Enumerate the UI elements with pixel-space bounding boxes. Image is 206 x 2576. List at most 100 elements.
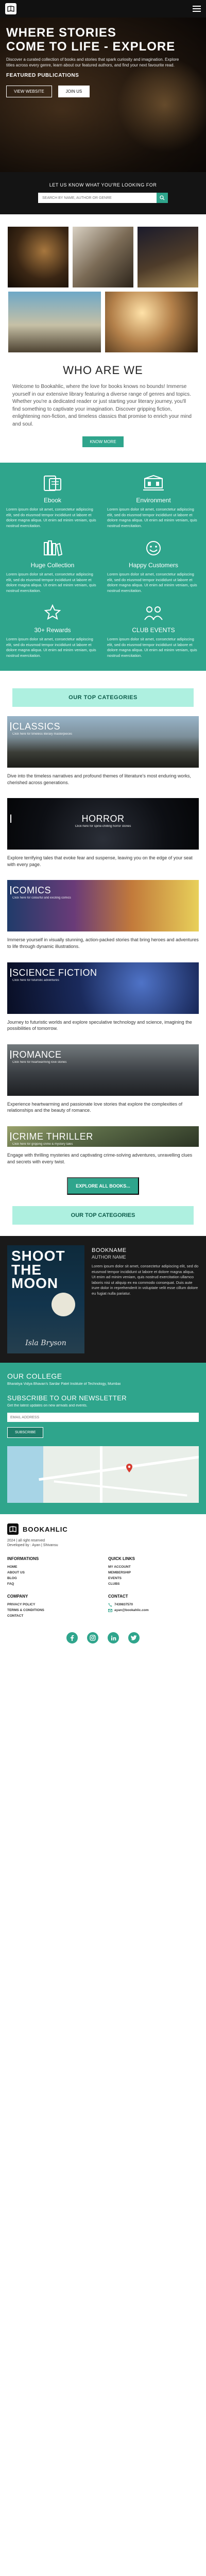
gallery-image xyxy=(138,227,198,287)
feature-text: Lorem ipsum dolor sit amet, consectetur … xyxy=(107,507,197,528)
hero-title-line1: WHERE STORIES xyxy=(6,26,116,40)
footer-link[interactable]: HOME xyxy=(7,1564,98,1570)
footer-informations: INFORMATIONS HOME ABOUT US BLOG FAQ xyxy=(7,1556,98,1587)
who-are-we-section: WHO ARE WE Welcome to Bookahlic, where t… xyxy=(0,214,206,463)
linkedin-icon[interactable] xyxy=(108,1632,119,1644)
footer-column-title: COMPANY xyxy=(7,1594,28,1599)
contact-email[interactable]: ayan@bookahlic.com xyxy=(108,1607,199,1613)
footer-link[interactable]: MEMBERSHIP xyxy=(108,1570,199,1575)
footer-link[interactable]: TERMS & CONDITIONS xyxy=(7,1607,98,1613)
category-subtitle: Click here for timeless literary masterp… xyxy=(12,733,73,736)
footer-link[interactable]: ABOUT US xyxy=(7,1570,98,1575)
category-description: Engage with thrilling mysteries and capt… xyxy=(7,1152,193,1164)
book-logo-icon[interactable] xyxy=(5,3,16,14)
featured-book-section: SHOOT THE MOON Isla Bryson BOOKNAME AUTH… xyxy=(0,1236,206,1363)
contact-phone[interactable]: 7439837570 xyxy=(108,1602,199,1607)
category-description: Journey to futuristic worlds and explore… xyxy=(7,1019,192,1031)
footer-copyright: 2024 | all right reserved xyxy=(7,1539,45,1543)
footer-link[interactable]: MY ACCOUNT xyxy=(108,1564,199,1570)
category-classics[interactable]: CLASSICS Click here for timeless literar… xyxy=(7,716,199,786)
top-bar xyxy=(0,0,206,18)
ebook-icon xyxy=(41,473,64,494)
feature-title: Environment xyxy=(136,497,171,504)
college-map[interactable] xyxy=(7,1446,199,1503)
book-description: Lorem ipsum dolor sit amet, consectetur … xyxy=(92,1264,199,1296)
facebook-icon[interactable] xyxy=(66,1632,78,1644)
book-cover[interactable]: SHOOT THE MOON Isla Bryson xyxy=(7,1245,84,1354)
search-input[interactable] xyxy=(38,193,157,203)
hero-description: Discover a curated collection of books a… xyxy=(6,57,179,67)
category-description: Immerse yourself in visually stunning, a… xyxy=(7,937,199,949)
college-subtitle: Bharatiya Vidya Bhavan's Sardar Patel In… xyxy=(7,1382,121,1386)
hamburger-menu-icon[interactable] xyxy=(193,6,201,12)
twitter-icon[interactable] xyxy=(128,1632,140,1644)
footer-link[interactable]: EVENTS xyxy=(108,1575,199,1581)
gallery-image xyxy=(73,227,133,287)
feature-text: Lorem ipsum dolor sit amet, consectetur … xyxy=(6,572,96,593)
gallery-row-1 xyxy=(7,227,199,287)
footer-link[interactable]: FAQ xyxy=(7,1581,98,1587)
hero-lamp-glow xyxy=(113,54,206,157)
category-banner[interactable]: COMICS Click here for colourful and exci… xyxy=(7,880,199,932)
feature-text: Lorem ipsum dolor sit amet, consectetur … xyxy=(6,637,96,658)
instagram-icon[interactable] xyxy=(87,1632,98,1644)
hero-title-line2: COME TO LIFE - EXPLORE xyxy=(6,40,176,54)
subscribe-button[interactable]: SUBSCRIBE xyxy=(7,1427,44,1438)
footer-spacer xyxy=(7,1643,199,1649)
category-crime-thriller[interactable]: CRIME THRILLER Click here for gripping c… xyxy=(7,1126,199,1165)
search-icon[interactable] xyxy=(157,193,168,203)
category-description: Dive into the timeless narratives and pr… xyxy=(7,773,191,785)
gallery-image xyxy=(105,292,198,352)
category-name: HORROR xyxy=(10,814,194,824)
explore-all-books-button[interactable]: EXPLORE ALL BOOKS... xyxy=(67,1177,139,1195)
feature-text: Lorem ipsum dolor sit amet, consectetur … xyxy=(107,572,197,593)
footer-link[interactable]: CLUBS xyxy=(108,1581,199,1587)
environment-icon xyxy=(142,473,165,494)
feature-rewards: 30+ Rewards Lorem ipsum dolor sit amet, … xyxy=(6,603,99,658)
map-road xyxy=(100,1446,102,1503)
category-horror[interactable]: HORROR Click here for spine-chilling hor… xyxy=(7,798,199,868)
email-field[interactable] xyxy=(7,1413,199,1422)
footer-columns: INFORMATIONS HOME ABOUT US BLOG FAQ QUIC… xyxy=(7,1556,199,1619)
category-name: CLASSICS xyxy=(10,721,194,732)
book-logo-icon[interactable] xyxy=(7,1523,19,1535)
feature-title: Ebook xyxy=(43,497,62,504)
footer-column-title: CONTACT xyxy=(108,1594,128,1599)
gallery-image xyxy=(8,292,101,352)
who-are-we-text: Welcome to Bookahlic, where the love for… xyxy=(12,384,192,427)
footer-link[interactable]: CONTACT xyxy=(7,1613,98,1619)
category-banner[interactable]: HORROR Click here for spine-chilling hor… xyxy=(7,798,199,850)
feature-environment: Environment Lorem ipsum dolor sit amet, … xyxy=(107,473,200,529)
footer-link[interactable]: PRIVACY POLICY xyxy=(7,1602,98,1607)
phone-icon xyxy=(108,1603,112,1607)
know-more-button[interactable]: KNOW MORE xyxy=(82,436,124,447)
category-description: Explore terrifying tales that evoke fear… xyxy=(7,855,193,867)
footer-column-title: INFORMATIONS xyxy=(7,1556,39,1562)
category-banner[interactable]: SCIENCE FICTION Click here for futuristi… xyxy=(7,962,199,1014)
category-comics[interactable]: COMICS Click here for colourful and exci… xyxy=(7,880,199,950)
search-label: LET US KNOW WHAT YOU'RE LOOKING FOR xyxy=(49,182,157,188)
contact-phone-text: 7439837570 xyxy=(114,1603,133,1607)
book-author: AUTHOR NAME xyxy=(92,1255,126,1260)
category-science-fiction[interactable]: SCIENCE FICTION Click here for futuristi… xyxy=(7,962,199,1032)
search-row xyxy=(0,193,206,203)
join-us-button[interactable]: JOIN US xyxy=(58,85,90,97)
features-section: Ebook Lorem ipsum dolor sit amet, consec… xyxy=(0,463,206,671)
category-name: COMICS xyxy=(10,885,194,896)
social-links xyxy=(7,1632,199,1644)
category-banner[interactable]: CRIME THRILLER Click here for gripping c… xyxy=(7,1126,199,1147)
category-description: Experience heartwarming and passionate l… xyxy=(7,1101,183,1113)
feature-title: Happy Customers xyxy=(128,562,179,569)
footer-link[interactable]: BLOG xyxy=(7,1575,98,1581)
view-website-button[interactable]: VIEW WEBSITE xyxy=(6,85,52,97)
category-name: CRIME THRILLER xyxy=(10,1131,194,1142)
footer-developers: Developed by : Ayan | Shivansu xyxy=(7,1544,58,1548)
category-banner[interactable]: ROMANCE Click here for heartwarming love… xyxy=(7,1044,199,1096)
search-section: LET US KNOW WHAT YOU'RE LOOKING FOR xyxy=(0,172,206,214)
category-subtitle: Click here for futuristic adventures xyxy=(12,978,59,982)
feature-happy-customers: Happy Customers Lorem ipsum dolor sit am… xyxy=(107,538,200,594)
moon-illustration xyxy=(52,1293,75,1317)
category-banner[interactable]: CLASSICS Click here for timeless literar… xyxy=(7,716,199,768)
feature-title: CLUB EVENTS xyxy=(132,626,175,634)
category-romance[interactable]: ROMANCE Click here for heartwarming love… xyxy=(7,1044,199,1114)
